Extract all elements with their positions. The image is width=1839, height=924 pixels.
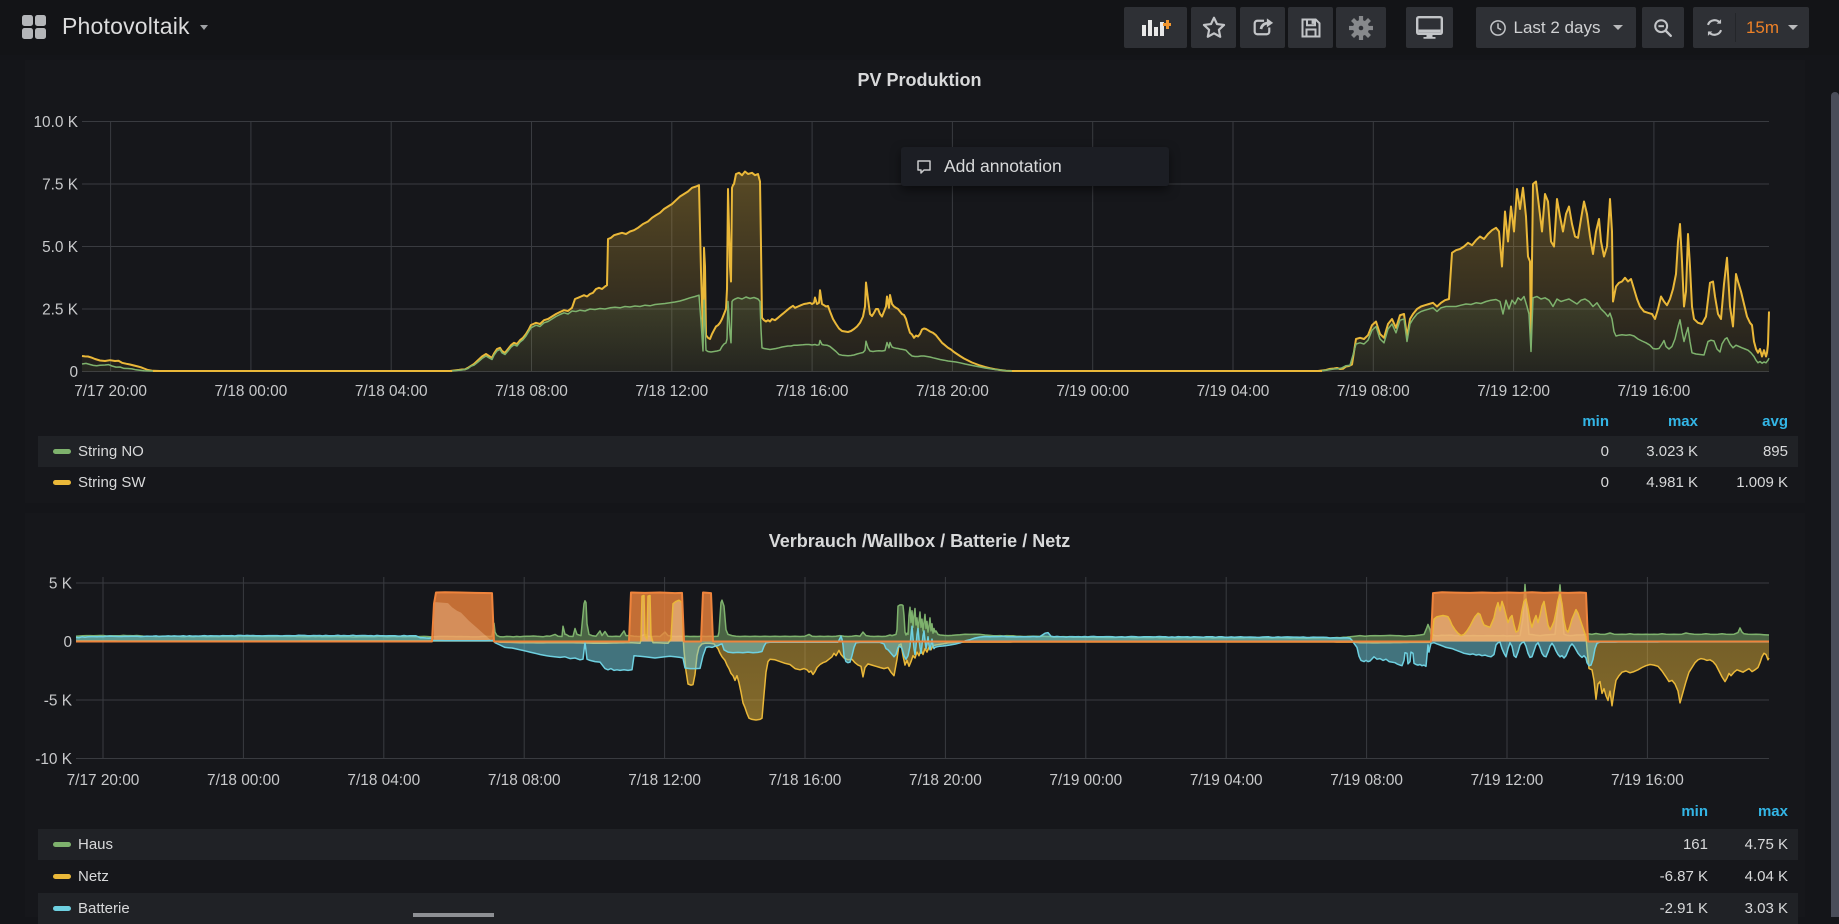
svg-text:7/18 20:00: 7/18 20:00 (909, 772, 982, 789)
svg-text:7/19 04:00: 7/19 04:00 (1197, 383, 1270, 400)
svg-text:7.5 K: 7.5 K (42, 177, 79, 194)
svg-text:7/18 00:00: 7/18 00:00 (215, 383, 288, 400)
svg-text:7/19 16:00: 7/19 16:00 (1611, 772, 1684, 789)
svg-text:7/18 20:00: 7/18 20:00 (916, 383, 989, 400)
svg-text:7/18 00:00: 7/18 00:00 (207, 772, 280, 789)
svg-text:-5 K: -5 K (44, 693, 73, 710)
svg-text:7/18 08:00: 7/18 08:00 (488, 772, 561, 789)
svg-text:7/19 00:00: 7/19 00:00 (1049, 772, 1122, 789)
svg-text:7/19 04:00: 7/19 04:00 (1190, 772, 1263, 789)
svg-text:5.0 K: 5.0 K (42, 239, 79, 256)
svg-text:5 K: 5 K (49, 576, 73, 593)
svg-text:7/19 12:00: 7/19 12:00 (1471, 772, 1544, 789)
svg-text:7/18 12:00: 7/18 12:00 (635, 383, 708, 400)
svg-text:2.5 K: 2.5 K (42, 302, 79, 319)
svg-text:7/18 16:00: 7/18 16:00 (769, 772, 842, 789)
svg-text:7/18 04:00: 7/18 04:00 (355, 383, 428, 400)
svg-text:-10 K: -10 K (35, 751, 73, 768)
svg-text:7/19 00:00: 7/19 00:00 (1056, 383, 1129, 400)
svg-text:7/18 12:00: 7/18 12:00 (628, 772, 701, 789)
svg-text:10.0 K: 10.0 K (34, 114, 79, 131)
svg-text:7/17 20:00: 7/17 20:00 (67, 772, 140, 789)
svg-text:0: 0 (69, 364, 78, 381)
svg-text:7/19 08:00: 7/19 08:00 (1330, 772, 1403, 789)
svg-text:7/19 08:00: 7/19 08:00 (1337, 383, 1410, 400)
svg-text:7/19 16:00: 7/19 16:00 (1618, 383, 1691, 400)
svg-text:7/18 04:00: 7/18 04:00 (347, 772, 420, 789)
svg-text:7/18 08:00: 7/18 08:00 (495, 383, 568, 400)
svg-text:7/19 12:00: 7/19 12:00 (1477, 383, 1550, 400)
svg-text:0: 0 (63, 634, 72, 651)
svg-text:7/18 16:00: 7/18 16:00 (776, 383, 849, 400)
svg-text:7/17 20:00: 7/17 20:00 (74, 383, 147, 400)
